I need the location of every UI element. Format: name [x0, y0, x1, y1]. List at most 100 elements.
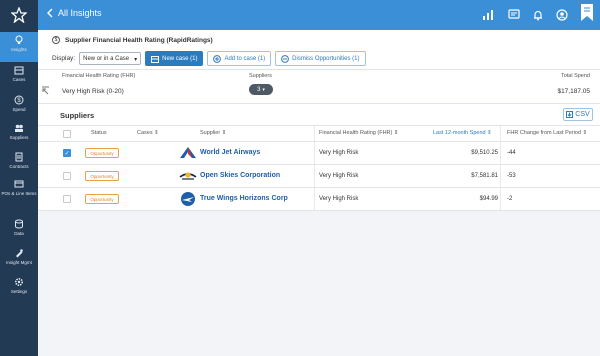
nav-item-insights[interactable]: Insights [0, 32, 38, 62]
status-badge: Opportunity [85, 194, 119, 204]
insight-header: $ Supplier Financial Health Rating (Rapi… [38, 30, 600, 70]
sort-icon: ⇕ [487, 130, 492, 136]
column-divider [500, 188, 501, 210]
sort-icon: ⇕ [154, 130, 159, 136]
nav-label: Spend [12, 107, 26, 112]
change-cell: -2 [507, 196, 513, 202]
nav-label: Settings [10, 289, 28, 294]
column-header-spend[interactable]: Last 12-month Spend ⇕ [433, 130, 492, 136]
insight-title: Supplier Financial Health Rating (RapidR… [65, 36, 213, 44]
select-all-checkbox[interactable] [63, 130, 71, 138]
row-checkbox[interactable] [63, 195, 71, 203]
new-case-label: New case (1) [162, 55, 198, 62]
open-skies-logo-icon [179, 172, 197, 180]
total-spend-value: $17,187.05 [557, 88, 590, 95]
chevron-left-icon [47, 8, 53, 18]
plus-circle-icon [213, 54, 222, 63]
top-bar: All Insights [38, 0, 600, 30]
nav-item-data[interactable]: Data [0, 216, 38, 246]
dismiss-label: Dismiss Opportunities (1) [292, 55, 360, 62]
supplier-header-label: Supplier [200, 130, 221, 136]
status-badge: Opportunity [85, 148, 119, 158]
insight-title-row: $ Supplier Financial Health Rating (Rapi… [52, 36, 213, 44]
collapse-arrow-icon[interactable] [41, 86, 50, 95]
nav-label: Insight Mgmt [6, 260, 32, 265]
cases-icon [14, 66, 24, 75]
suppliers-count: 3 [257, 86, 261, 93]
chevron-down-icon: ▾ [134, 57, 138, 63]
nav-item-suppliers[interactable]: Suppliers [0, 120, 38, 150]
nav-label: POs & Line Items [1, 191, 37, 196]
suppliers-count-pill[interactable]: 3 ▾ [249, 84, 273, 95]
display-controls: Display: New or in a Case ▾ New case (1)… [52, 51, 370, 66]
new-case-button[interactable]: New case (1) [145, 51, 204, 66]
dollar-icon: $ [52, 36, 60, 44]
fhr-cell: Very High Risk [319, 150, 359, 156]
fhr-value: Very High Risk (0-20) [62, 88, 124, 95]
fhr-column-label: Financial Health Rating (FHR) [62, 73, 136, 79]
star-logo-icon [11, 7, 27, 23]
total-spend-label: Total Spend [560, 73, 590, 79]
nav-label: Insights [11, 47, 27, 52]
column-divider [500, 126, 501, 141]
display-select[interactable]: New or in a Case ▾ [79, 52, 142, 65]
row-checkbox[interactable] [63, 172, 71, 180]
true-wings-logo-icon [181, 192, 195, 206]
table-row[interactable]: Opportunity True Wings Horizons Corp Ver… [38, 188, 600, 211]
dismiss-opportunities-button[interactable]: Dismiss Opportunities (1) [275, 51, 366, 66]
user-icon[interactable] [556, 9, 568, 21]
bell-icon[interactable] [532, 9, 544, 21]
sort-icon: ⇕ [221, 130, 227, 136]
table-row[interactable]: ✓ Opportunity World Jet Airways Very Hig… [38, 142, 600, 165]
column-header-fhr[interactable]: Financial Health Rating (FHR) ⇕ [319, 130, 399, 136]
nav-label: Cases [12, 77, 26, 82]
display-label: Display: [52, 55, 76, 62]
csv-export-button[interactable]: CSV [563, 108, 593, 121]
chat-icon[interactable] [508, 9, 520, 21]
spend-cell: $7,581.81 [471, 173, 498, 179]
nav-item-contracts[interactable]: Contracts [0, 149, 38, 179]
fhr-cell: Very High Risk [319, 196, 359, 202]
row-checkbox[interactable]: ✓ [63, 149, 71, 157]
supplier-name-link[interactable]: Open Skies Corporation [200, 172, 280, 179]
change-header-label: FHR Change from Last Period [507, 130, 581, 136]
nav-item-spend[interactable]: $ Spend [0, 92, 38, 122]
spend-icon: $ [14, 95, 24, 105]
bar-chart-icon[interactable] [482, 9, 494, 21]
check-icon: ✓ [64, 150, 70, 157]
display-select-value: New or in a Case [83, 55, 130, 62]
bookmark-icon[interactable] [580, 4, 594, 22]
settings-icon [14, 277, 24, 287]
column-header-cases[interactable]: Cases ⇕ [137, 130, 159, 136]
app-root: Insights Cases $ Spend Suppliers Contrac… [0, 0, 600, 356]
column-divider [314, 126, 315, 141]
suppliers-title: Suppliers [60, 111, 95, 120]
nav-item-cases[interactable]: Cases [0, 62, 38, 92]
nav-item-pos[interactable]: POs & Line Items [0, 176, 38, 212]
column-divider [314, 142, 315, 164]
insight-mgmt-icon [16, 249, 23, 258]
column-divider [500, 165, 501, 187]
column-header-change[interactable]: FHR Change from Last Period ⇕ [507, 130, 587, 136]
supplier-name-link[interactable]: World Jet Airways [200, 149, 260, 156]
lightbulb-icon [15, 35, 23, 44]
fhr-header-label: Financial Health Rating (FHR) [319, 130, 393, 136]
back-link[interactable]: All Insights [46, 8, 102, 18]
nav-label: Contracts [9, 164, 29, 169]
app-logo[interactable] [0, 0, 38, 30]
add-to-case-button[interactable]: Add to case (1) [207, 51, 272, 66]
caret-down-icon: ▾ [262, 86, 265, 93]
suppliers-icon [15, 124, 23, 132]
sort-icon: ⇕ [393, 130, 399, 136]
column-header-status[interactable]: Status [91, 130, 107, 136]
column-header-supplier[interactable]: Supplier ⇕ [200, 130, 226, 136]
summary-panel: Financial Health Rating (FHR) Very High … [38, 70, 600, 104]
case-icon [151, 55, 160, 63]
spend-cell: $9,510.25 [471, 150, 498, 156]
change-cell: -44 [507, 150, 516, 156]
nav-item-insight-mgmt[interactable]: Insight Mgmt [0, 245, 38, 275]
minus-circle-icon [281, 54, 290, 63]
nav-item-settings[interactable]: Settings [0, 274, 38, 304]
supplier-name-link[interactable]: True Wings Horizons Corp [200, 195, 288, 202]
table-row[interactable]: Opportunity Open Skies Corporation Very … [38, 165, 600, 188]
